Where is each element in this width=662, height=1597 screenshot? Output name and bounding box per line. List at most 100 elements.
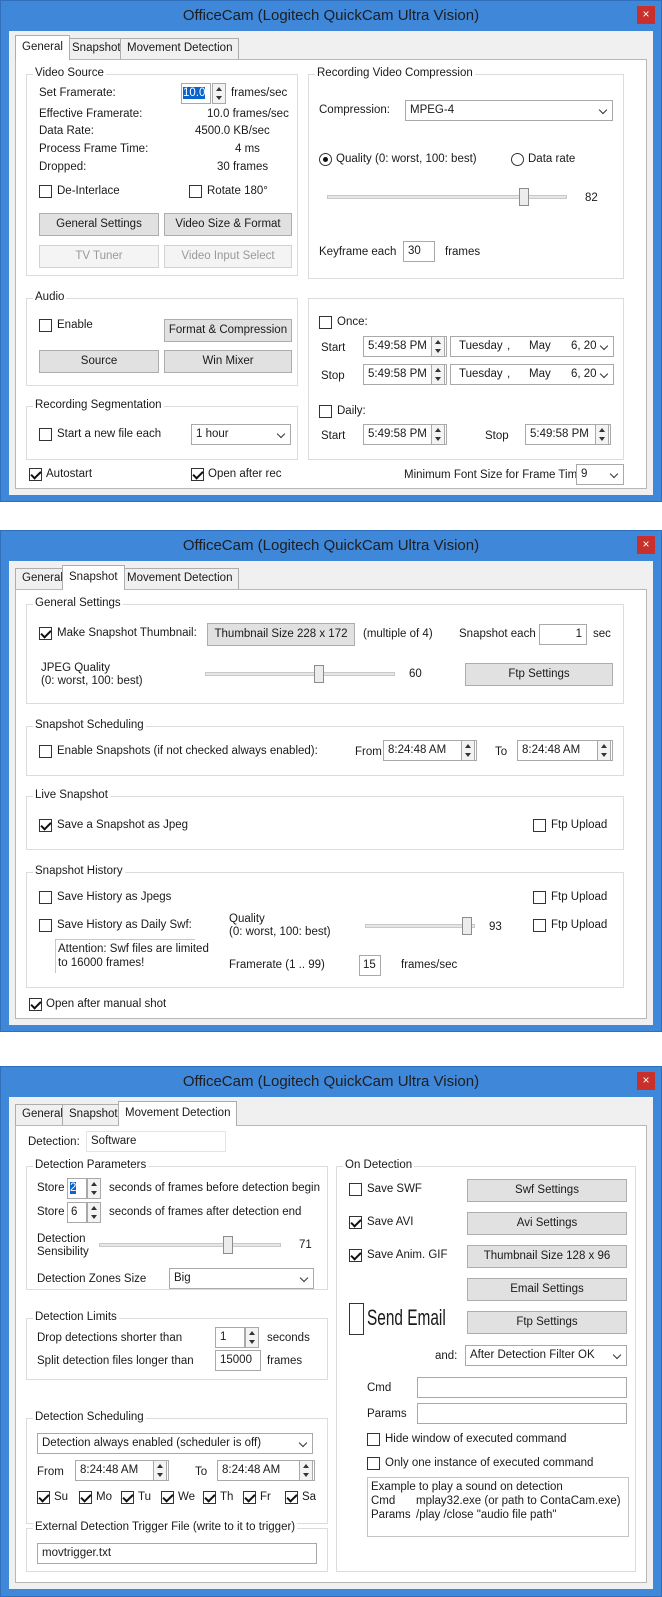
swf-settings-button[interactable]: Swf Settings xyxy=(467,1179,627,1202)
tab-movement-detection[interactable]: Movement Detection xyxy=(120,568,240,589)
history-ftp1-checkbox[interactable] xyxy=(533,891,546,904)
quality-radio[interactable] xyxy=(319,153,332,166)
day-we-checkbox[interactable] xyxy=(161,1491,174,1504)
save-swf-checkbox[interactable] xyxy=(349,1183,362,1196)
save-jpeg-checkbox[interactable] xyxy=(39,819,52,832)
save-gif-checkbox[interactable] xyxy=(349,1249,362,1262)
data-rate-radio[interactable] xyxy=(511,153,524,166)
example-title: Example to play a sound on detection xyxy=(371,1481,563,1493)
daily-stop-spinner[interactable] xyxy=(595,424,609,445)
audio-source-button[interactable]: Source xyxy=(39,350,159,373)
email-settings-button[interactable]: Email Settings xyxy=(467,1278,627,1301)
and-condition-select[interactable]: After Detection Filter OK xyxy=(465,1345,627,1366)
once-stop-time-spinner[interactable] xyxy=(431,364,445,385)
save-avi-checkbox[interactable] xyxy=(349,1216,362,1229)
sensibility-slider-track[interactable] xyxy=(99,1243,281,1247)
store-after-spinner[interactable] xyxy=(87,1202,101,1223)
jpeg-quality-slider-track[interactable] xyxy=(205,672,395,676)
to-time-spinner[interactable] xyxy=(597,740,611,761)
trigger-file-input[interactable]: movtrigger.txt xyxy=(37,1543,317,1564)
store-before-input[interactable]: 2 xyxy=(67,1178,87,1199)
tab-movement-detection[interactable]: Movement Detection xyxy=(118,1101,238,1126)
win-mixer-button[interactable]: Win Mixer xyxy=(164,350,292,373)
min-font-select[interactable]: 9 xyxy=(576,464,624,485)
store-after-input[interactable]: 6 xyxy=(67,1202,87,1223)
format-compression-button[interactable]: Format & Compression xyxy=(164,319,292,342)
params-input[interactable] xyxy=(417,1403,627,1424)
only-one-instance-checkbox[interactable] xyxy=(367,1457,380,1470)
tab-general[interactable]: General xyxy=(15,35,70,60)
once-start-day: Tuesday xyxy=(459,340,503,352)
tab-movement-detection[interactable]: Movement Detection xyxy=(120,38,240,59)
autostart-checkbox[interactable] xyxy=(29,468,42,481)
video-input-select-button[interactable]: Video Input Select xyxy=(164,245,292,268)
once-start-time-spinner[interactable] xyxy=(431,336,445,357)
close-icon[interactable]: × xyxy=(637,536,655,554)
avi-settings-button[interactable]: Avi Settings xyxy=(467,1212,627,1235)
audio-enable-checkbox[interactable] xyxy=(39,319,52,332)
thumbnail-checkbox[interactable] xyxy=(39,627,52,640)
keyframe-input[interactable]: 30 xyxy=(403,241,435,262)
framerate-input[interactable]: 10.0 xyxy=(181,83,211,104)
drop-shorter-input[interactable]: 1 xyxy=(215,1327,245,1348)
day-sa-checkbox[interactable] xyxy=(285,1491,298,1504)
once-checkbox[interactable] xyxy=(319,316,332,329)
example-cmd-label: Cmd xyxy=(371,1495,396,1507)
save-history-jpegs-checkbox[interactable] xyxy=(39,891,52,904)
store-before-spinner[interactable] xyxy=(87,1178,101,1199)
day-fr-checkbox[interactable] xyxy=(243,1491,256,1504)
general-settings-button[interactable]: General Settings xyxy=(39,213,159,236)
drop-shorter-spinner[interactable] xyxy=(245,1327,259,1348)
framerate-spinner[interactable] xyxy=(212,83,226,104)
ftp-settings-button[interactable]: Ftp Settings xyxy=(467,1311,627,1334)
day-tu-checkbox[interactable] xyxy=(121,1491,134,1504)
rotate-checkbox[interactable] xyxy=(189,185,202,198)
zones-size-select[interactable]: Big xyxy=(169,1268,314,1289)
history-ftp2-checkbox[interactable] xyxy=(533,919,546,932)
sensibility-slider-thumb[interactable] xyxy=(223,1236,234,1254)
cmd-input[interactable] xyxy=(417,1377,627,1398)
quality-slider-thumb[interactable] xyxy=(518,188,529,206)
tab-snapshot[interactable]: Snapshot xyxy=(62,565,125,590)
deinterlace-checkbox[interactable] xyxy=(39,185,52,198)
tab-snapshot[interactable]: Snapshot xyxy=(65,38,128,59)
day-mo-checkbox[interactable] xyxy=(79,1491,92,1504)
new-file-checkbox[interactable] xyxy=(39,428,52,441)
tv-tuner-button[interactable]: TV Tuner xyxy=(39,245,159,268)
split-longer-input[interactable]: 15000 xyxy=(215,1350,261,1371)
hide-window-checkbox[interactable] xyxy=(367,1433,380,1446)
tab-snapshot[interactable]: Snapshot xyxy=(62,1104,125,1125)
send-email-checkbox[interactable] xyxy=(349,1303,364,1335)
once-stop-date[interactable]: Tuesday , May 6, 20 xyxy=(450,364,614,385)
open-after-rec-checkbox[interactable] xyxy=(191,468,204,481)
framerate-input[interactable]: 15 xyxy=(359,955,381,976)
daily-checkbox[interactable] xyxy=(319,405,332,418)
close-icon[interactable]: × xyxy=(637,6,655,24)
swf-quality-slider-thumb[interactable] xyxy=(462,917,473,935)
new-file-select[interactable]: 1 hour xyxy=(191,424,291,445)
open-after-shot-checkbox[interactable] xyxy=(29,998,42,1011)
thumbnail-size-button[interactable]: Thumbnail Size 228 x 172 xyxy=(207,623,355,646)
jpeg-quality-slider-thumb[interactable] xyxy=(314,665,324,683)
det-from-spinner[interactable] xyxy=(153,1460,167,1481)
daily-start-spinner[interactable] xyxy=(431,424,445,445)
det-to-spinner[interactable] xyxy=(299,1460,313,1481)
snapshot-history-group: Snapshot History Save History as Jpegs F… xyxy=(26,865,624,988)
day-th-checkbox[interactable] xyxy=(203,1491,216,1504)
from-time-spinner[interactable] xyxy=(461,740,475,761)
live-ftp-checkbox[interactable] xyxy=(533,819,546,832)
scheduler-mode-select[interactable]: Detection always enabled (scheduler is o… xyxy=(37,1433,313,1454)
gif-thumbnail-size-button[interactable]: Thumbnail Size 128 x 96 xyxy=(467,1245,627,1268)
snapshot-each-input[interactable]: 1 xyxy=(539,624,587,645)
day-su-checkbox[interactable] xyxy=(37,1491,50,1504)
quality-slider-track[interactable] xyxy=(327,195,567,199)
video-size-format-button[interactable]: Video Size & Format xyxy=(164,213,292,236)
once-start-date[interactable]: Tuesday , May 6, 20 xyxy=(450,336,614,357)
close-icon[interactable]: × xyxy=(637,1072,655,1090)
ftp-settings-button[interactable]: Ftp Settings xyxy=(465,663,613,686)
swf-quality-slider-track[interactable] xyxy=(365,924,475,928)
client-area: General Snapshot Movement Detection Vide… xyxy=(9,31,653,495)
save-history-swf-checkbox[interactable] xyxy=(39,919,52,932)
compression-select[interactable]: MPEG-4 xyxy=(405,100,613,121)
enable-snapshots-checkbox[interactable] xyxy=(39,745,52,758)
